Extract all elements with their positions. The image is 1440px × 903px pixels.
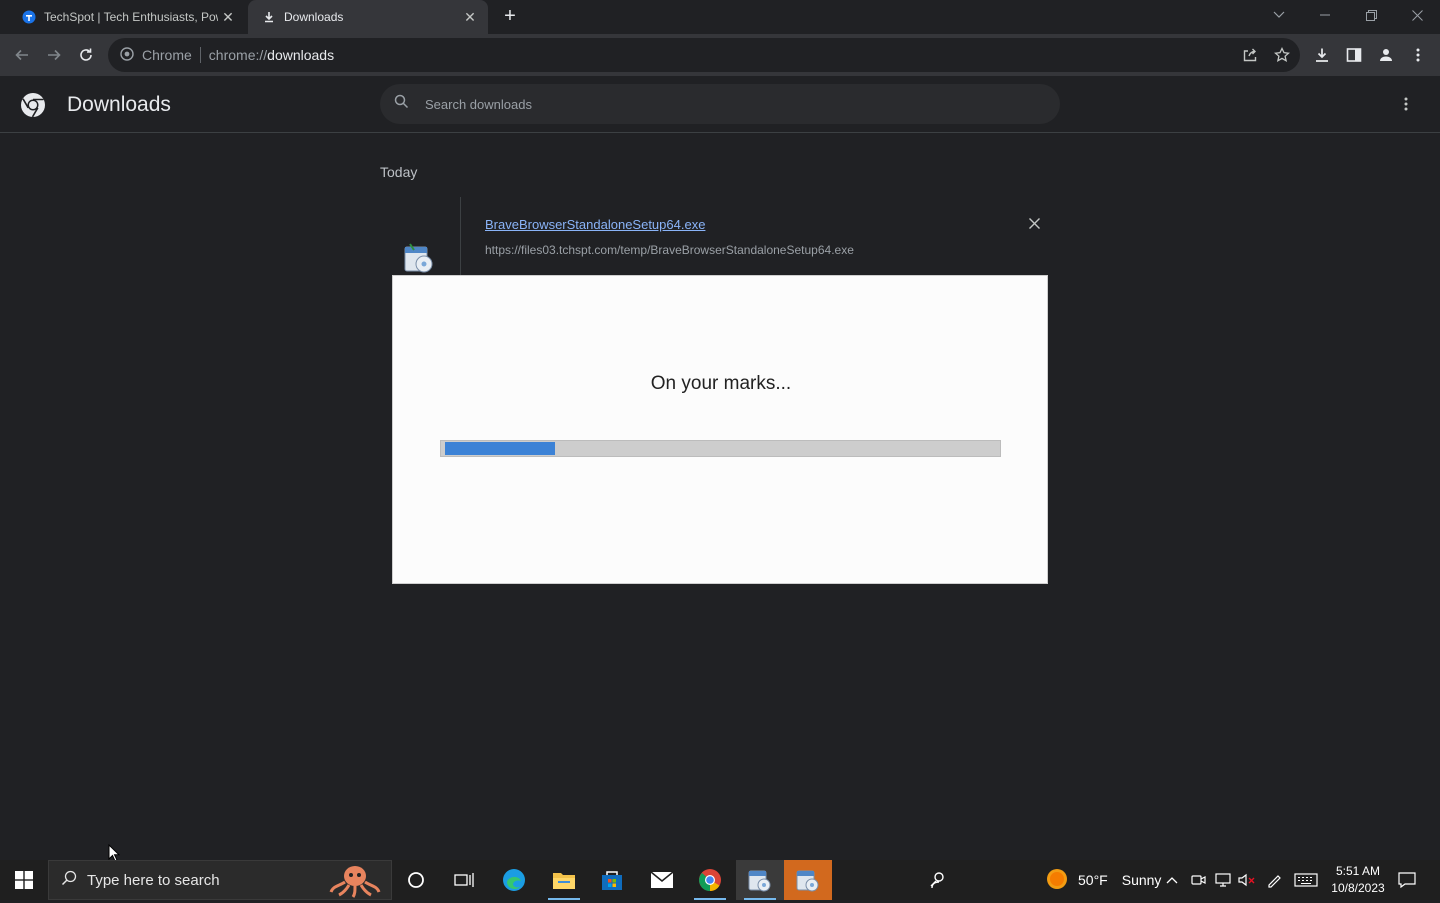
page-menu-icon[interactable] — [1396, 94, 1416, 114]
search-downloads[interactable] — [380, 84, 1060, 124]
search-icon — [61, 870, 77, 891]
profile-icon[interactable] — [1372, 41, 1400, 69]
reload-button[interactable] — [72, 41, 100, 69]
tab-strip: TechSpot | Tech Enthusiasts, Pow ✕ Downl… — [0, 0, 1440, 34]
search-icon — [394, 94, 409, 114]
minimize-button[interactable] — [1302, 0, 1348, 30]
downloads-header: Downloads — [0, 76, 1440, 133]
weather-condition: Sunny — [1121, 872, 1162, 888]
side-panel-icon[interactable] — [1340, 41, 1368, 69]
chrome-icon — [120, 46, 134, 64]
microsoft-store-icon[interactable] — [588, 860, 636, 900]
back-button[interactable] — [8, 41, 36, 69]
tab-close-icon[interactable]: ✕ — [460, 9, 480, 26]
omnibox-divider — [199, 47, 201, 63]
restore-button[interactable] — [1348, 0, 1394, 30]
bookmark-star-icon[interactable] — [1268, 41, 1296, 69]
tab-title: TechSpot | Tech Enthusiasts, Pow — [44, 10, 218, 24]
download-source-url[interactable]: https://files03.tchspt.com/temp/BraveBro… — [485, 243, 854, 257]
meet-now-icon[interactable] — [1191, 860, 1207, 900]
installer-status-text: On your marks... — [650, 373, 792, 394]
sun-icon — [1046, 868, 1068, 893]
omnibox-chip: Chrome — [142, 47, 192, 63]
share-icon[interactable] — [1236, 41, 1264, 69]
browser-menu-icon[interactable] — [1404, 41, 1432, 69]
cortana-icon[interactable] — [392, 860, 440, 900]
address-bar[interactable]: Chrome chrome://downloads — [108, 38, 1300, 72]
chrome-logo-icon — [20, 92, 46, 118]
weather-widget[interactable]: 50°F Sunny — [1046, 860, 1161, 900]
clock-time: 5:51 AM — [1335, 864, 1381, 878]
edge-icon[interactable] — [490, 860, 538, 900]
tab-close-icon[interactable]: ✕ — [218, 9, 238, 26]
start-button[interactable] — [0, 860, 48, 900]
taskbar-search-box[interactable]: Type here to search — [48, 860, 392, 900]
new-tab-button[interactable]: + — [498, 5, 522, 29]
notifications-icon[interactable] — [1398, 860, 1416, 900]
downloads-icon[interactable] — [1308, 41, 1336, 69]
download-filename-link[interactable]: BraveBrowserStandaloneSetup64.exe — [485, 217, 705, 232]
installer-dialog: On your marks... — [392, 275, 1048, 584]
installer-taskbar-icon-progress[interactable] — [784, 860, 832, 900]
search-input[interactable] — [423, 95, 1003, 113]
installer-file-icon — [402, 241, 436, 275]
remove-download-icon[interactable] — [1026, 215, 1042, 231]
techspot-favicon-icon — [22, 10, 36, 24]
forward-button[interactable] — [40, 41, 68, 69]
file-explorer-icon[interactable] — [540, 860, 588, 900]
taskbar-clock[interactable]: 5:51 AM 10/8/2023 — [1318, 863, 1398, 897]
browser-toolbar: Chrome chrome://downloads — [0, 34, 1440, 76]
task-view-icon[interactable] — [440, 860, 488, 900]
close-window-button[interactable] — [1394, 0, 1440, 30]
installer-taskbar-icon[interactable] — [736, 860, 784, 900]
installer-progress-bar — [440, 440, 1001, 457]
download-item: BraveBrowserStandaloneSetup64.exe https:… — [380, 197, 1060, 277]
url-host: downloads — [267, 47, 335, 63]
tab-search-icon[interactable] — [1256, 0, 1302, 30]
page-title: Downloads — [67, 93, 171, 116]
volume-muted-icon[interactable] — [1238, 860, 1256, 900]
progress-fill — [445, 442, 555, 455]
item-divider — [460, 197, 461, 277]
show-hidden-icons-chevron-icon[interactable] — [1166, 860, 1178, 900]
clock-date: 10/8/2023 — [1331, 881, 1385, 895]
windows-taskbar: Type here to search 50°F Sunny 5:51 AM 1… — [0, 860, 1440, 900]
download-favicon-icon — [262, 10, 276, 24]
taskbar-search-placeholder: Type here to search — [87, 871, 220, 889]
chrome-taskbar-icon[interactable] — [686, 860, 734, 900]
touch-keyboard-icon[interactable] — [1294, 860, 1318, 900]
section-date: Today — [380, 164, 418, 180]
mail-icon[interactable] — [638, 860, 686, 900]
url-scheme: chrome:// — [208, 47, 268, 63]
network-icon[interactable] — [1215, 860, 1231, 900]
people-search-icon[interactable] — [914, 860, 962, 900]
octopus-search-highlight-icon — [325, 864, 383, 903]
pen-workspace-icon[interactable] — [1266, 860, 1282, 900]
tab-title: Downloads — [284, 10, 344, 24]
weather-temp: 50°F — [1078, 872, 1108, 888]
tab-techspot[interactable]: TechSpot | Tech Enthusiasts, Pow ✕ — [8, 0, 246, 34]
tab-downloads[interactable]: Downloads ✕ — [248, 0, 488, 34]
